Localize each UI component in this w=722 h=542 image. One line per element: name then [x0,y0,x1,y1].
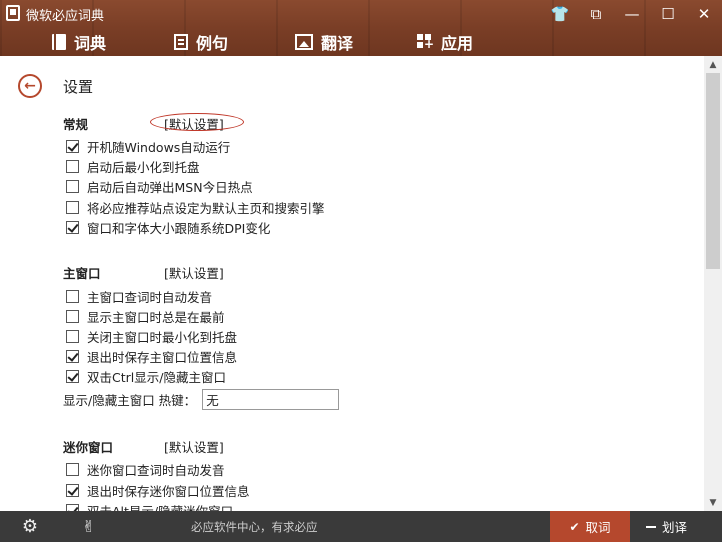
section-mini-window-title: 迷你窗口 [63,440,114,455]
section-main-window-title: 主窗口 [63,266,101,281]
checkbox[interactable] [66,139,79,153]
selection-translate-button[interactable]: 划译 [646,511,716,542]
option-label: 退出时保存主窗口位置信息 [87,349,238,365]
window-title: 微软必应词典 [26,9,105,24]
back-button[interactable]: ← [18,74,42,98]
gear-icon[interactable]: ⚙ [20,517,40,537]
checkbox[interactable] [66,329,79,343]
option-label: 主窗口查词时自动发音 [87,289,213,305]
option-label: 启动后自动弹出MSN今日热点 [87,179,253,195]
option-main-always-on-top[interactable]: 显示主窗口时总是在最前 [66,307,225,325]
scroll-thumb[interactable] [706,73,720,269]
list-icon [174,34,188,50]
checkbox[interactable] [66,200,79,214]
option-mini-double-alt[interactable]: 双击Alt显示/隐藏迷你窗口 [66,501,233,511]
check-icon: ✔ [569,519,580,534]
app-logo-icon [6,5,20,21]
main-nav: 词典 例句 翻译 应用 [0,28,722,56]
hotkey-input[interactable] [202,388,340,410]
checkbox[interactable] [66,220,79,234]
checkbox[interactable] [66,462,79,476]
option-mini-auto-pronounce[interactable]: 迷你窗口查词时自动发音 [66,460,225,478]
tab-translate-label: 翻译 [321,34,354,53]
option-main-double-ctrl[interactable]: 双击Ctrl显示/隐藏主窗口 [66,367,226,385]
option-label: 双击Alt显示/隐藏迷你窗口 [87,503,234,512]
option-default-homepage[interactable]: 将必应推荐站点设定为默认主页和搜索引擎 [66,198,325,216]
maximize-icon[interactable]: ☐ [650,0,686,28]
selection-translate-label: 划译 [662,520,688,535]
checkbox[interactable] [66,309,79,323]
app-header: 微软必应词典 👕 ⧉ — ☐ ✕ 词典 例句 翻译 应用 [0,0,722,56]
checkbox[interactable] [66,369,79,383]
checkbox[interactable] [66,483,79,497]
checkbox[interactable] [66,159,79,173]
book-icon [52,34,66,50]
bottom-bar: ⚙ ✌ 必应软件中心，有求必应 ✔ 取词 划译 [0,511,722,542]
hotkey-label: 显示/隐藏主窗口 热键： [63,392,197,408]
minus-icon [646,525,656,528]
option-minimize-on-start[interactable]: 启动后最小化到托盘 [66,157,200,175]
option-label: 将必应推荐站点设定为默认主页和搜索引擎 [87,200,325,216]
option-label: 开机随Windows自动运行 [87,139,231,155]
tab-examples[interactable]: 例句 [174,30,228,54]
mini-mode-icon[interactable]: ⧉ [578,0,614,28]
skin-icon[interactable]: 👕 [542,0,578,28]
option-main-close-to-tray[interactable]: 关闭主窗口时最小化到托盘 [66,327,237,345]
scroll-up-icon[interactable]: ▲ [704,56,722,73]
option-label: 双击Ctrl显示/隐藏主窗口 [87,369,226,385]
option-label: 关闭主窗口时最小化到托盘 [87,329,238,345]
arrow-left-icon: ← [24,78,36,94]
tab-apps[interactable]: 应用 [417,30,473,54]
window-controls: 👕 ⧉ — ☐ ✕ [542,0,722,28]
capture-word-button[interactable]: ✔ 取词 [550,511,630,542]
checkbox[interactable] [66,349,79,363]
software-center-link[interactable]: 必应软件中心，有求必应 [191,519,318,535]
checkbox[interactable] [66,179,79,193]
reset-mini-window-link[interactable]: [默认设置] [164,437,224,456]
option-mini-save-position[interactable]: 退出时保存迷你窗口位置信息 [66,481,250,499]
option-label: 启动后最小化到托盘 [87,159,200,175]
option-main-auto-pronounce[interactable]: 主窗口查词时自动发音 [66,287,212,305]
option-label: 迷你窗口查词时自动发音 [87,462,225,478]
option-autostart[interactable]: 开机随Windows自动运行 [66,137,230,155]
close-icon[interactable]: ✕ [686,0,722,28]
reset-main-window-link[interactable]: [默认设置] [164,263,224,282]
page-title: 设置 [63,78,94,96]
section-general-title: 常规 [63,117,89,132]
checkbox[interactable] [66,289,79,303]
minimize-icon[interactable]: — [614,0,650,28]
tab-dictionary-label: 词典 [74,34,107,53]
option-label: 窗口和字体大小跟随系统DPI变化 [87,220,271,236]
highlight-oval [150,113,244,131]
tab-dictionary[interactable]: 词典 [52,30,106,54]
title-bar[interactable]: 微软必应词典 👕 ⧉ — ☐ ✕ [0,0,722,28]
tab-apps-label: 应用 [441,34,474,53]
image-icon [295,34,313,50]
option-follow-dpi[interactable]: 窗口和字体大小跟随系统DPI变化 [66,218,270,236]
option-main-save-position[interactable]: 退出时保存主窗口位置信息 [66,347,237,365]
option-label: 退出时保存迷你窗口位置信息 [87,483,250,499]
software-center-icon[interactable]: ✌ [82,517,95,537]
option-label: 显示主窗口时总是在最前 [87,309,225,325]
scroll-down-icon[interactable]: ▼ [704,494,722,511]
apps-icon [417,34,434,50]
tab-translate[interactable]: 翻译 [295,30,353,54]
hotkey-row: 显示/隐藏主窗口 热键： [63,388,340,410]
checkbox[interactable] [66,503,79,511]
option-msn-hot[interactable]: 启动后自动弹出MSN今日热点 [66,177,253,195]
capture-word-label: 取词 [585,520,611,535]
tab-examples-label: 例句 [196,34,229,53]
vertical-scrollbar[interactable]: ▲ ▼ [704,56,722,511]
settings-panel: ← 设置 常规 [默认设置] 开机随Windows自动运行 启动后最小化到托盘 … [0,56,704,511]
